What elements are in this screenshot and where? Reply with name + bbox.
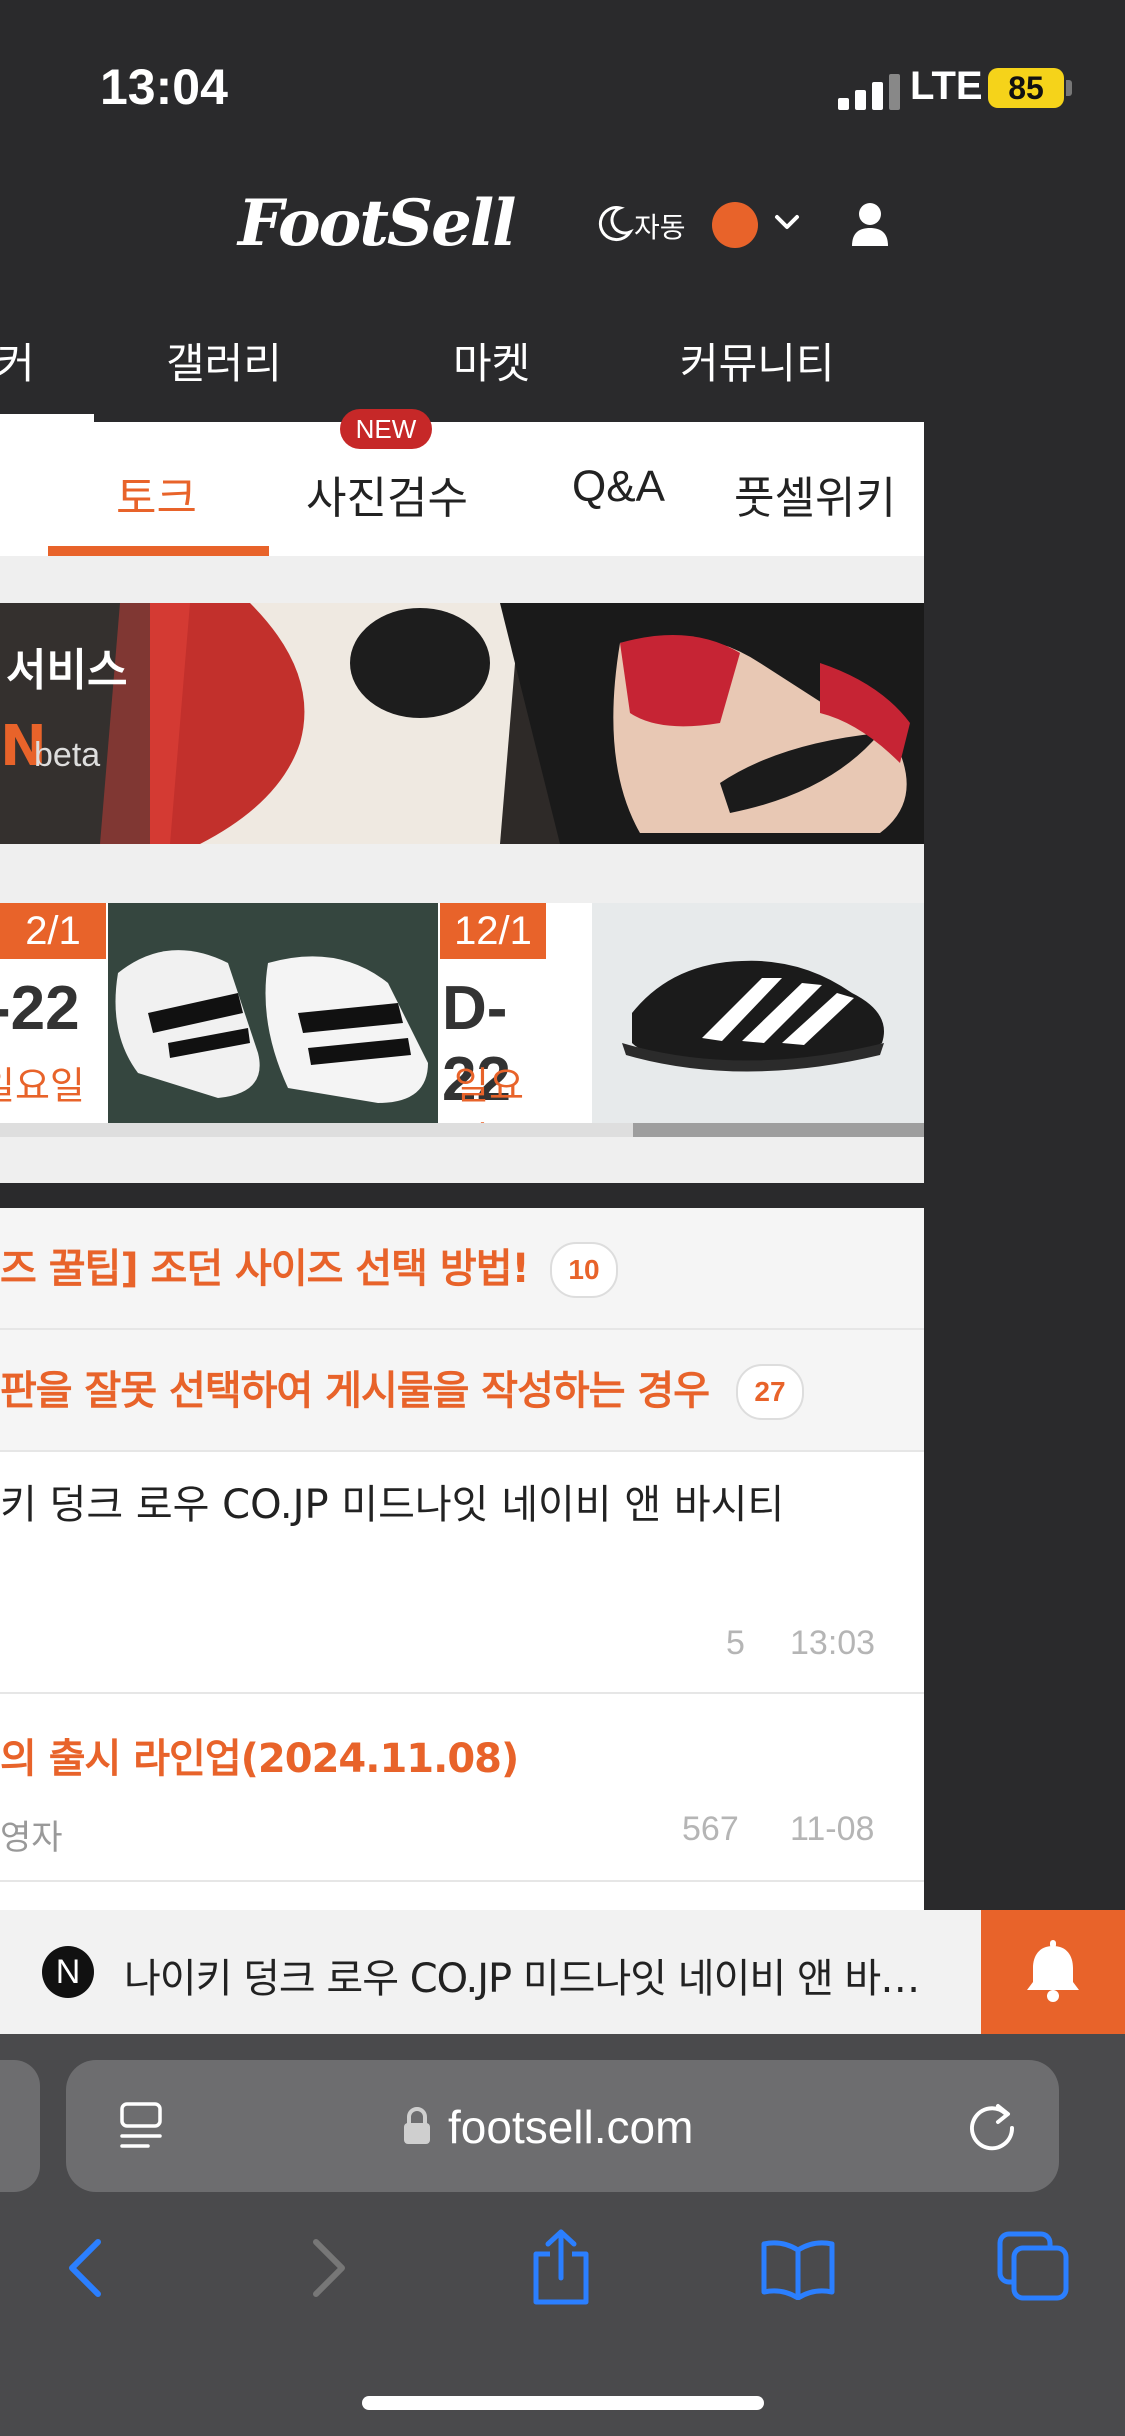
notice-title[interactable]: 즈 꿀팁] 조던 사이즈 선택 방법!: [0, 1236, 530, 1294]
home-indicator[interactable]: [362, 2396, 764, 2410]
moon-icon[interactable]: [596, 204, 634, 244]
sneaker-product-image[interactable]: [108, 903, 438, 1123]
user-icon[interactable]: [850, 202, 890, 248]
battery-tip: [1066, 80, 1072, 96]
post-title[interactable]: 키 덩크 로우 CO.JP 미드나잇 네이비 앤 바시티: [0, 1472, 784, 1530]
tab-talk[interactable]: 토크: [116, 462, 197, 526]
tabs-icon[interactable]: [996, 2230, 1070, 2302]
previous-tab-stub[interactable]: [0, 2060, 40, 2192]
nav-item-gallery[interactable]: 갤러리: [166, 330, 282, 391]
comment-count-badge: 10: [550, 1242, 618, 1298]
notification-text[interactable]: 나이키 덩크 로우 CO.JP 미드나잇 네이비 앤 바시티: [124, 1946, 924, 2004]
chevron-down-icon[interactable]: [772, 210, 802, 234]
reload-icon[interactable]: [964, 2098, 1020, 2154]
post-author: 영자: [0, 1819, 63, 1857]
tab-active-underline: [48, 546, 269, 556]
bell-icon: [1027, 1940, 1079, 2002]
post-time: 11-08: [790, 1810, 875, 1848]
post-views: 5: [726, 1624, 745, 1662]
section-divider: [0, 1183, 924, 1208]
status-time: 13:04: [100, 59, 228, 115]
notification-bell-button[interactable]: [981, 1910, 1125, 2034]
sneaker-product-image[interactable]: [592, 903, 924, 1123]
theme-color-dot[interactable]: [712, 202, 758, 248]
battery-icon: 85: [988, 68, 1064, 108]
tab-qna[interactable]: Q&A: [572, 462, 665, 512]
post-time: 13:03: [790, 1624, 876, 1662]
release-dday: -22: [0, 974, 80, 1043]
section-gap: [0, 556, 924, 603]
nav-item-partial[interactable]: 커: [0, 330, 35, 391]
black-sneaker-photo: [592, 903, 924, 1123]
row-divider: [0, 1692, 924, 1694]
site-logo[interactable]: FootSell: [238, 186, 516, 261]
comment-count-badge: 27: [736, 1364, 804, 1420]
back-icon[interactable]: [62, 2236, 110, 2300]
tab-wiki[interactable]: 풋셀위키: [734, 462, 896, 526]
nav-item-market[interactable]: 마켓: [453, 330, 530, 391]
section-gap: [0, 1137, 924, 1183]
release-weekday: 일요일: [0, 1064, 85, 1108]
nav-item-community[interactable]: 커뮤니티: [680, 330, 835, 391]
sneaker-banner-image: [0, 603, 924, 844]
release-date: 2/1: [0, 903, 106, 959]
release-date-card[interactable]: 12/1 D-22 일요일: [440, 903, 546, 1163]
post-title[interactable]: 의 출시 라인업(2024.11.08): [0, 1726, 519, 1784]
white-black-sneaker-photo: [108, 903, 438, 1123]
signal-icon: [838, 74, 900, 110]
promo-banner[interactable]: [0, 603, 924, 844]
banner-headline: 서비스: [6, 645, 128, 696]
tab-photo-check[interactable]: 사진검수: [306, 462, 468, 526]
carousel-scroll-thumb[interactable]: [633, 1123, 924, 1137]
network-label: LTE: [910, 64, 983, 108]
share-icon[interactable]: [526, 2226, 596, 2308]
section-gap: [0, 844, 924, 903]
url-text[interactable]: footsell.com: [448, 2100, 693, 2154]
banner-beta-label: beta: [34, 736, 101, 774]
release-date-card[interactable]: 2/1 -22 일요일: [0, 903, 106, 1123]
forward-icon: [313, 2239, 345, 2297]
row-divider: [0, 1880, 924, 1882]
reader-icon[interactable]: [118, 2100, 164, 2152]
notification-badge-icon: N: [42, 1946, 94, 1998]
theme-mode-label[interactable]: 자동: [634, 206, 686, 246]
lock-icon: [404, 2107, 430, 2144]
new-badge: NEW: [340, 409, 432, 449]
bookmarks-icon[interactable]: [760, 2236, 836, 2300]
post-views: 567: [682, 1810, 739, 1848]
nav-active-indicator: [0, 414, 94, 422]
release-date: 12/1: [440, 903, 546, 959]
notice-title[interactable]: 판을 잘못 선택하여 게시물을 작성하는 경우: [0, 1358, 710, 1416]
